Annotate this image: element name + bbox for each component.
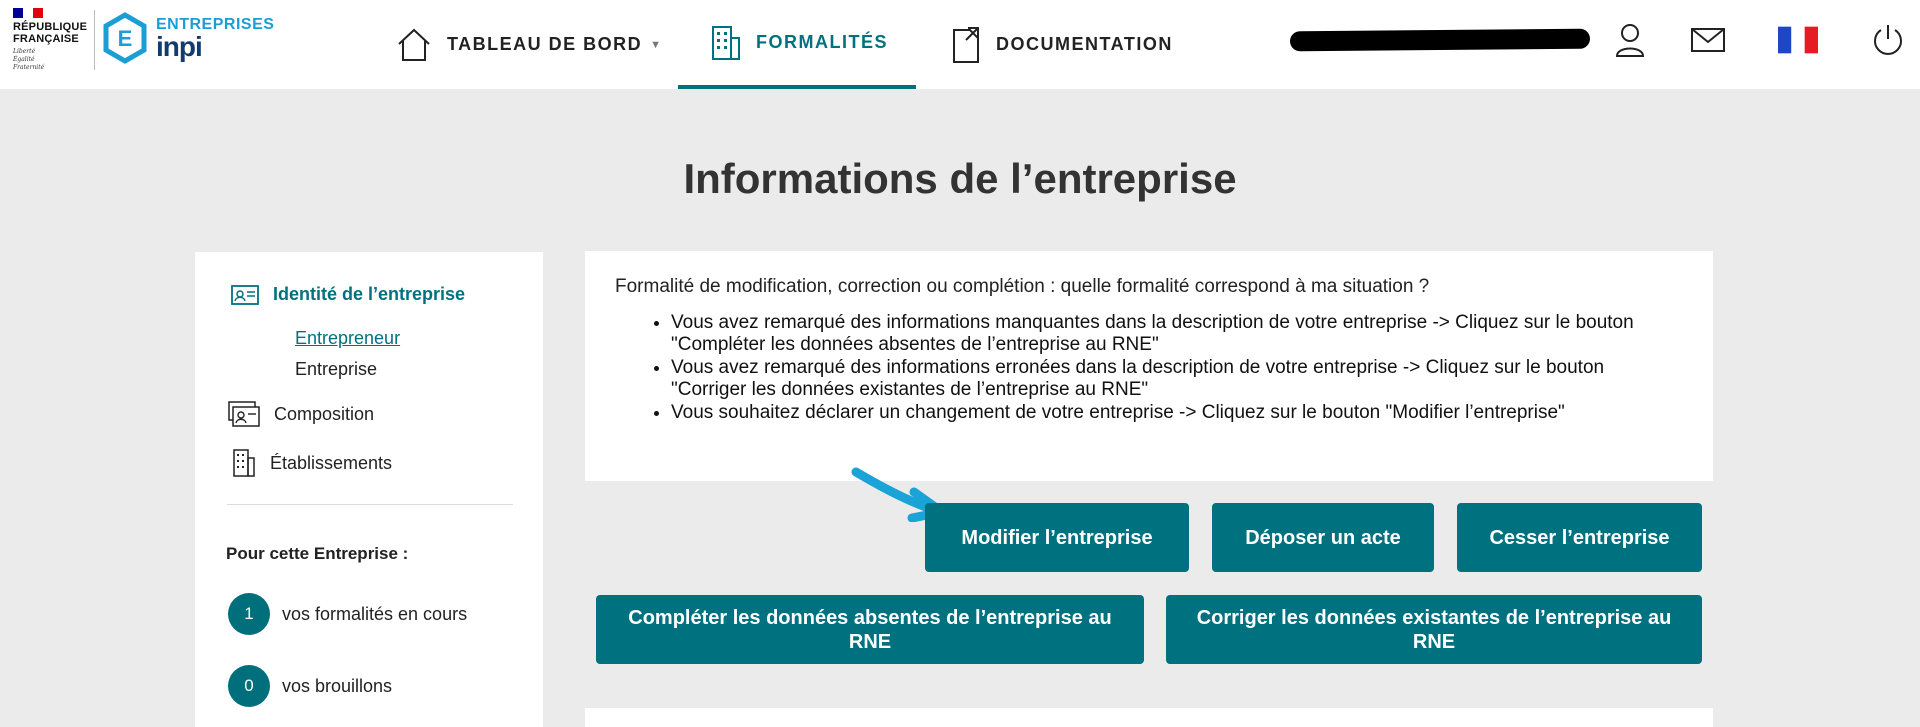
sidebar: Identité de l’entreprise Entrepreneur En… <box>195 252 543 727</box>
sidebar-section-heading: Pour cette Entreprise : <box>226 544 409 563</box>
republique-label: RÉPUBLIQUE FRANÇAISE <box>13 21 88 45</box>
list-item: Vous avez remarqué des informations manq… <box>671 312 1683 356</box>
top-header: RÉPUBLIQUE FRANÇAISE Liberté Égalité Fra… <box>0 0 1920 89</box>
sidebar-item-composition[interactable]: Composition <box>228 400 374 428</box>
id-card-icon <box>231 285 259 305</box>
motto: Liberté Égalité Fraternité <box>13 48 45 71</box>
power-icon[interactable] <box>1868 20 1908 60</box>
inpi-hexagon-logo-icon[interactable]: E <box>102 12 148 64</box>
chevron-down-icon: ▼ <box>650 38 662 51</box>
counter-badge: 0 <box>228 665 270 707</box>
nav-label: DOCUMENTATION <box>996 34 1173 54</box>
buildings-icon <box>233 449 255 477</box>
sidebar-item-identite[interactable]: Identité de l’entreprise <box>231 282 465 306</box>
redacted-user-name <box>1289 28 1591 52</box>
list-item: Vous souhaitez déclarer un changement de… <box>671 402 1683 424</box>
info-panel: Formalité de modification, correction ou… <box>585 251 1713 481</box>
republique-francaise-logo[interactable]: RÉPUBLIQUE FRANÇAISE Liberté Égalité Fra… <box>13 8 93 72</box>
page-title: Informations de l’entreprise <box>683 155 1237 202</box>
sidebar-subitem-entreprise[interactable]: Entreprise <box>295 359 377 380</box>
counter-brouillons[interactable]: 0 vos brouillons <box>228 665 392 707</box>
nav-tableau-de-bord[interactable]: TABLEAU DE BORD ▼ <box>395 0 661 89</box>
nav-label: FORMALITÉS <box>756 32 888 52</box>
deposit-act-button[interactable]: Déposer un acte <box>1212 503 1434 572</box>
modify-company-button[interactable]: Modifier l’entreprise <box>925 503 1189 572</box>
svg-text:E: E <box>118 26 133 51</box>
marianne-flag-icon <box>13 8 43 18</box>
cease-company-button[interactable]: Cesser l’entreprise <box>1457 503 1702 572</box>
sidebar-divider <box>227 504 513 505</box>
correct-existing-data-button[interactable]: Corriger les données existantes de l’ent… <box>1166 595 1702 664</box>
complete-missing-data-button[interactable]: Compléter les données absentes de l’entr… <box>596 595 1144 664</box>
info-bullet-list: Vous avez remarqué des informations manq… <box>615 312 1683 424</box>
counter-label: vos brouillons <box>282 675 393 696</box>
sidebar-item-label: Identité de l’entreprise <box>273 283 466 304</box>
brand-divider <box>94 10 95 70</box>
nav-label: TABLEAU DE BORD <box>447 34 643 54</box>
french-flag-icon[interactable] <box>1778 20 1818 60</box>
next-panel <box>585 708 1713 727</box>
list-item: Vous avez remarqué des informations erro… <box>671 357 1683 401</box>
building-icon <box>712 25 740 60</box>
counter-label: vos formalités en cours <box>282 603 468 624</box>
nav-documentation[interactable]: DOCUMENTATION <box>950 0 1173 89</box>
counter-badge: 1 <box>228 593 270 635</box>
sidebar-item-label: Composition <box>274 403 375 424</box>
nav-formalites[interactable]: FORMALITÉS <box>678 0 916 89</box>
sidebar-subitem-entrepreneur[interactable]: Entrepreneur <box>295 328 400 349</box>
sidebar-item-label: Établissements <box>270 452 393 473</box>
user-icon[interactable] <box>1610 20 1650 60</box>
document-icon <box>953 26 979 63</box>
home-icon <box>398 28 430 61</box>
brand-wordmark[interactable]: ENTREPRISES inpi <box>156 16 274 62</box>
counter-formalites-en-cours[interactable]: 1 vos formalités en cours <box>228 593 467 635</box>
sidebar-item-etablissements[interactable]: Établissements <box>232 448 392 478</box>
info-question: Formalité de modification, correction ou… <box>615 276 1430 297</box>
people-cards-icon <box>228 401 260 427</box>
brand-bottom-label: inpi <box>156 31 203 62</box>
mail-icon[interactable] <box>1688 20 1728 60</box>
